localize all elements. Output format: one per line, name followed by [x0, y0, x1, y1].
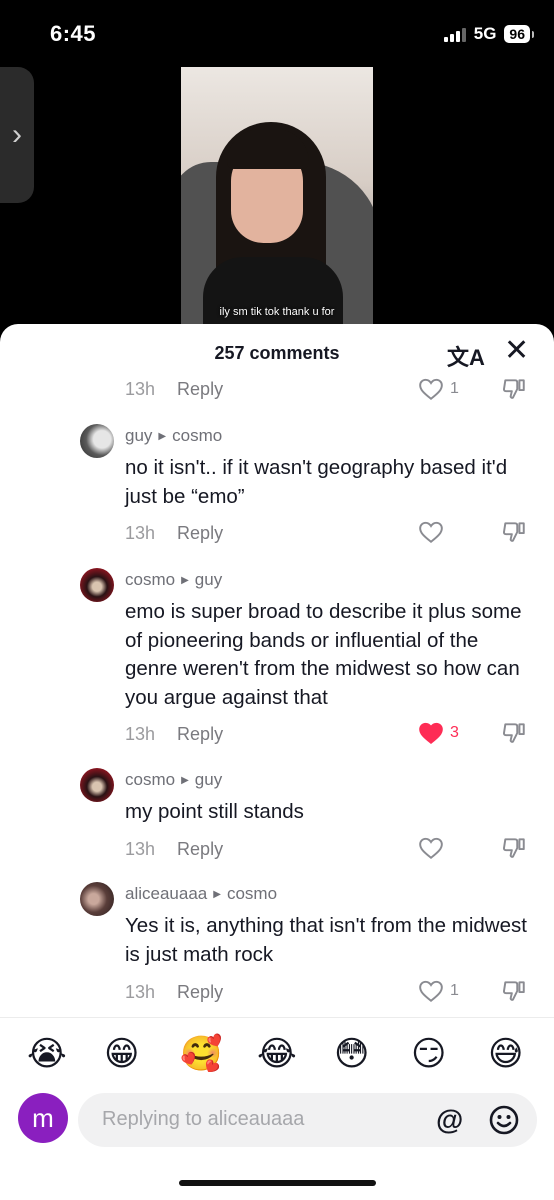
comment-text: my point still stands: [125, 800, 304, 823]
comment-author-line: cosmo ▶ guy: [125, 770, 222, 790]
status-time: 6:45: [50, 21, 97, 46]
like-button[interactable]: [418, 520, 450, 544]
compose-bar: m Replying to aliceauaaa @: [0, 1090, 554, 1150]
avatar[interactable]: [80, 882, 114, 916]
dislike-button[interactable]: [501, 376, 527, 407]
emoji-quick-bar: 😭 😁 🥰 😂 😳 😏 😅: [0, 1031, 554, 1077]
emoji-button[interactable]: 😅: [488, 1031, 523, 1077]
emoji-button[interactable]: 😂: [257, 1031, 297, 1077]
avatar[interactable]: [80, 568, 114, 602]
comment-author-line: aliceauaaa ▶ cosmo: [125, 884, 277, 904]
comment-reply-to[interactable]: guy: [195, 570, 222, 590]
close-icon[interactable]: ✕: [504, 336, 529, 366]
like-button[interactable]: 1: [418, 979, 459, 1003]
like-button[interactable]: [418, 836, 450, 860]
comment-author[interactable]: cosmo: [125, 570, 175, 590]
comment-reply-to[interactable]: cosmo: [227, 884, 277, 904]
comment-tail: 13h Reply 1: [0, 374, 554, 404]
comment-meta: 13h Reply: [125, 523, 223, 544]
avatar[interactable]: [80, 424, 114, 458]
like-count: 1: [450, 982, 459, 999]
side-drawer-handle[interactable]: ›: [0, 67, 34, 203]
reply-button[interactable]: Reply: [177, 839, 223, 860]
dislike-button[interactable]: [501, 978, 527, 1009]
like-button[interactable]: 3: [418, 721, 459, 745]
comment-item: guy ▶ cosmo no it isn't.. if it wasn't g…: [0, 424, 554, 554]
video-preview[interactable]: ily sm tik tok thank u for: [181, 67, 373, 325]
heart-icon: [419, 378, 443, 400]
comment-meta: 13h Reply: [125, 839, 223, 860]
reply-arrow-icon: ▶: [213, 888, 221, 900]
comment-item: cosmo ▶ guy emo is super broad to descri…: [0, 568, 554, 758]
translate-icon[interactable]: 文A: [447, 340, 485, 372]
reply-button[interactable]: Reply: [177, 724, 223, 745]
dislike-button[interactable]: [501, 835, 527, 866]
thumbs-down-icon: [502, 981, 525, 1001]
status-indicators: 5G 96: [443, 24, 534, 44]
heart-icon: [419, 722, 443, 744]
comment-text: emo is super broad to describe it plus s…: [125, 600, 522, 709]
comment-item: aliceauaaa ▶ cosmo Yes it is, anything t…: [0, 882, 554, 1014]
battery-icon: 96: [504, 25, 534, 43]
like-count: 3: [450, 724, 459, 741]
thumbs-down-icon: [502, 723, 525, 743]
emoji-button[interactable]: 😳: [334, 1031, 369, 1077]
emoji-button[interactable]: 🥰: [180, 1031, 222, 1077]
emoji-button[interactable]: 😁: [104, 1031, 139, 1077]
comment-author[interactable]: guy: [125, 426, 152, 446]
comment-author-line: guy ▶ cosmo: [125, 426, 222, 446]
home-indicator: [179, 1180, 376, 1186]
network-label: 5G: [473, 24, 497, 43]
heart-icon: [419, 521, 443, 543]
dislike-button[interactable]: [501, 720, 527, 751]
divider: [0, 1017, 554, 1018]
chevron-right-icon: ›: [12, 118, 22, 151]
comment-time: 13h: [125, 982, 156, 1002]
comment-text: no it isn't.. if it wasn't geography bas…: [125, 456, 508, 508]
dislike-button[interactable]: [501, 519, 527, 550]
emoji-button[interactable]: 😭: [27, 1031, 67, 1077]
reply-input[interactable]: Replying to aliceauaaa @: [78, 1093, 537, 1147]
comment-reply-to[interactable]: cosmo: [172, 426, 222, 446]
reply-arrow-icon: ▶: [181, 774, 189, 786]
thumbs-down-icon: [502, 522, 525, 542]
reply-arrow-icon: ▶: [158, 430, 167, 442]
heart-icon: [419, 837, 443, 859]
avatar[interactable]: [80, 768, 114, 802]
comment-time: 13h: [125, 523, 156, 543]
sheet-header: 257 comments 文A ✕: [0, 324, 554, 380]
like-button[interactable]: 1: [418, 377, 459, 401]
signal-icon: [443, 26, 466, 42]
reply-placeholder: Replying to aliceauaaa: [102, 1108, 305, 1130]
comment-time: 13h: [125, 379, 156, 399]
emoji-button[interactable]: 😏: [411, 1031, 446, 1077]
comment-meta: 13h Reply: [125, 724, 223, 745]
thumbs-down-icon: [502, 838, 525, 858]
comment-text: Yes it is, anything that isn't from the …: [125, 914, 527, 966]
comment-meta: 13h Reply: [125, 982, 223, 1003]
reply-button[interactable]: Reply: [177, 982, 223, 1003]
status-bar: 6:45 5G 96: [0, 0, 554, 66]
smile-icon[interactable]: [488, 1104, 520, 1136]
comments-list: 13h Reply 1 guy ▶ cosmo no it isn't.. if…: [0, 374, 554, 1016]
video-caption: ily sm tik tok thank u for: [219, 306, 335, 318]
comment-meta: 13h Reply: [125, 379, 223, 400]
comment-time: 13h: [125, 839, 156, 859]
comment-item: cosmo ▶ guy my point still stands 13h Re…: [0, 768, 554, 868]
comment-author[interactable]: aliceauaaa: [125, 884, 207, 904]
comments-sheet: 257 comments 文A ✕ 13h Reply 1 guy ▶ cosm…: [0, 324, 554, 1200]
reply-button[interactable]: Reply: [177, 379, 223, 400]
mention-icon[interactable]: @: [436, 1104, 463, 1136]
comment-time: 13h: [125, 724, 156, 744]
like-count: 1: [450, 380, 459, 397]
comment-author-line: cosmo ▶ guy: [125, 570, 222, 590]
reply-arrow-icon: ▶: [181, 574, 189, 586]
heart-icon: [419, 980, 443, 1002]
thumbs-down-icon: [502, 379, 525, 399]
reply-button[interactable]: Reply: [177, 523, 223, 544]
comment-reply-to[interactable]: guy: [195, 770, 222, 790]
my-avatar[interactable]: m: [18, 1093, 68, 1143]
comment-author[interactable]: cosmo: [125, 770, 175, 790]
